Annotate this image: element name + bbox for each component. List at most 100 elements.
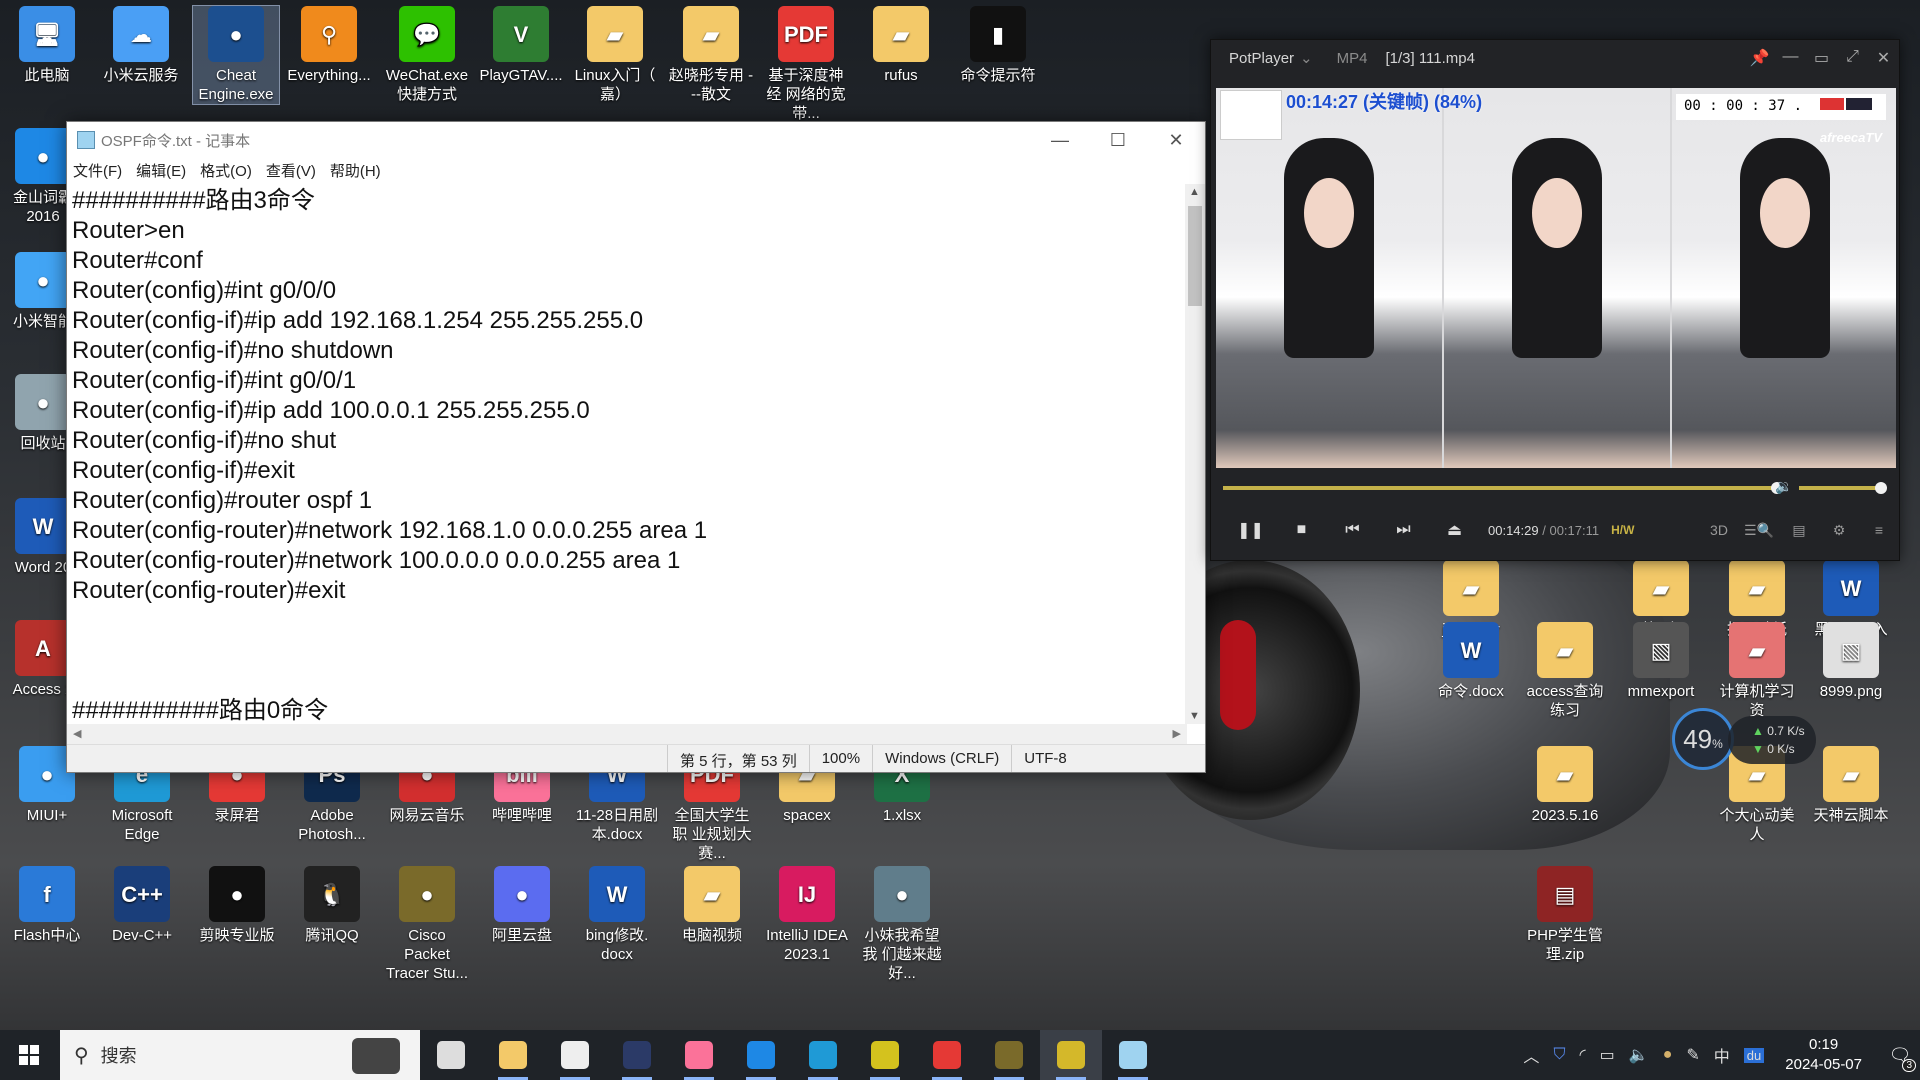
desktop-icon-label: 天神云脚本 [1813, 807, 1889, 824]
search-highlight-camera-icon[interactable] [352, 1038, 400, 1074]
fullscreen-button[interactable]: ⤢ [1837, 48, 1868, 68]
taskbar-app-qq[interactable] [544, 1030, 606, 1080]
video-frame[interactable]: 00:14:27 (关键帧) (84%) 00 : 00 : 37 . afre… [1216, 88, 1896, 468]
desktop-icon[interactable]: ▰ Linux入门（ 嘉） [572, 6, 658, 104]
volume-handle[interactable] [1875, 482, 1887, 494]
playlist-icon[interactable]: ▤ [1779, 522, 1819, 539]
scroll-up-icon[interactable]: ▲ [1189, 186, 1200, 198]
desktop-icon[interactable]: ▰ 2023.5.16 [1522, 746, 1608, 825]
desktop-icon[interactable]: 💬 WeChat.exe 快捷方式 [384, 6, 470, 104]
notification-center-button[interactable]: 🗨 3 [1880, 1045, 1920, 1072]
desktop-icon[interactable]: ▮ 命令提示符 [955, 6, 1041, 85]
desktop-icon[interactable]: IJ IntelliJ IDEA 2023.1 [764, 866, 850, 964]
desktop-icon[interactable]: ▧ 8999.png [1808, 622, 1894, 701]
taskbar-app-bilibili[interactable] [668, 1030, 730, 1080]
maximize-button[interactable]: ☐ [1089, 130, 1147, 151]
desktop-icon[interactable]: ● 小妹我希望我 们越来越好... [859, 866, 945, 983]
taskbar-app-chrome[interactable] [916, 1030, 978, 1080]
menu-icon[interactable]: ≡ [1859, 522, 1899, 539]
settings-gear-icon[interactable]: ⚙ [1819, 522, 1859, 539]
subtitle-search-icon[interactable]: ☰🔍 [1739, 522, 1779, 539]
desktop-icon[interactable]: ▤ PHP学生管 理.zip [1522, 866, 1608, 964]
desktop-icon[interactable]: ▰ 计算机学习资 [1714, 622, 1800, 720]
text-line: Router(config-if)#no shutdown [72, 337, 394, 364]
desktop-icon[interactable]: C++ Dev-C++ [99, 866, 185, 945]
taskbar-app-vscode[interactable] [730, 1030, 792, 1080]
chevron-up-icon[interactable]: ︿ [1523, 1043, 1539, 1067]
desktop-icon[interactable]: f Flash中心 [4, 866, 90, 945]
horizontal-scrollbar[interactable]: ◀ ▶ [67, 724, 1187, 744]
potplayer-window[interactable]: PotPlayer ⌄ MP4 [1/3] 111.mp4 📌 — ▭ ⤢ ✕ … [1210, 39, 1900, 561]
menu-help[interactable]: 帮助(H) [330, 160, 381, 181]
minimize-button[interactable]: — [1031, 130, 1089, 151]
previous-button[interactable]: ⏮ [1327, 521, 1378, 539]
menu-format[interactable]: 格式(O) [200, 160, 252, 181]
close-button[interactable]: ✕ [1868, 48, 1899, 68]
desktop-icon[interactable]: ▰ rufus [858, 6, 944, 85]
restore-button[interactable]: ▭ [1806, 48, 1837, 68]
scrollbar-thumb[interactable] [1188, 206, 1202, 306]
shield-icon[interactable]: ⛉ [1553, 1046, 1565, 1064]
taskbar-app-packet-tracer[interactable] [978, 1030, 1040, 1080]
desktop-icon[interactable]: ▧ mmexport [1618, 622, 1704, 701]
desktop-icon[interactable]: 🖥 此电脑 [4, 6, 90, 85]
desktop-icon[interactable]: 🐧 腾讯QQ [289, 866, 375, 945]
scroll-down-icon[interactable]: ▼ [1189, 710, 1200, 722]
desktop-icon[interactable]: ▰ 电脑视频 [669, 866, 755, 945]
close-button[interactable]: ✕ [1147, 130, 1205, 151]
network-monitor-widget[interactable]: 49% ▲ 0.7 K/s ▼ 0 K/s [1672, 708, 1822, 770]
pin-icon[interactable]: 📌 [1744, 48, 1775, 68]
desktop-icon[interactable]: ▰ 赵晓彤专用 ---散文 [668, 6, 754, 104]
notepad-titlebar[interactable]: OSPF命令.txt - 记事本 — ☐ ✕ [67, 122, 1205, 158]
eject-button[interactable]: ⏏ [1429, 520, 1480, 540]
desktop-icon[interactable]: ● 剪映专业版 [194, 866, 280, 945]
stop-button[interactable]: ■ [1276, 521, 1327, 539]
volume-icon[interactable]: 🔈 [1629, 1045, 1649, 1065]
avatar-icon[interactable]: ● [1663, 1046, 1673, 1064]
taskbar-app-app-cat[interactable] [606, 1030, 668, 1080]
desktop-icon[interactable]: Wbing修改. docx [574, 866, 660, 964]
ime-indicator[interactable]: 中 [1714, 1043, 1730, 1067]
desktop-icon[interactable]: V PlayGTAV.... [478, 6, 564, 85]
desktop-icon[interactable]: PDF 基于深度神经 网络的宽带... [763, 6, 849, 123]
taskbar-app-notepad[interactable] [1102, 1030, 1164, 1080]
potplayer-menu-button[interactable]: PotPlayer [1229, 50, 1294, 67]
desktop-icon[interactable]: ⚲ Everything... [286, 6, 372, 85]
taskbar-app-task-view[interactable] [420, 1030, 482, 1080]
taskbar-search-box[interactable]: ⚲ 搜索 [60, 1030, 420, 1080]
next-button[interactable]: ⏭ [1378, 521, 1429, 539]
taskbar-app-file-explorer[interactable] [482, 1030, 544, 1080]
menu-edit[interactable]: 编辑(E) [136, 160, 186, 181]
volume-slider[interactable] [1799, 482, 1887, 494]
potplayer-titlebar[interactable]: PotPlayer ⌄ MP4 [1/3] 111.mp4 📌 — ▭ ⤢ ✕ [1211, 40, 1899, 76]
3d-mode-button[interactable]: 3D [1699, 522, 1739, 539]
desktop-icon[interactable]: ● 阿里云盘 [479, 866, 565, 945]
pause-button[interactable]: ❚❚ [1225, 520, 1276, 540]
desktop-icon[interactable]: ● Cisco Packet Tracer Stu... [384, 866, 470, 983]
desktop-icon[interactable]: W 命令.docx [1428, 622, 1514, 701]
scroll-right-icon[interactable]: ▶ [1173, 727, 1181, 740]
taskbar-app-potplayer[interactable] [1040, 1030, 1102, 1080]
hw-decoder-badge[interactable]: H/W [1611, 523, 1634, 537]
taskbar-clock[interactable]: 0:19 2024-05-07 [1785, 1035, 1862, 1075]
minimize-button[interactable]: — [1775, 48, 1806, 68]
seek-bar[interactable] [1223, 482, 1783, 494]
wifi-icon[interactable]: ◜ [1579, 1045, 1585, 1065]
scroll-left-icon[interactable]: ◀ [73, 727, 81, 740]
desktop-icon[interactable]: ▰ access查询 练习 [1522, 622, 1608, 720]
taskbar-app-edge[interactable] [792, 1030, 854, 1080]
notepad-text-area[interactable]: ##########路由3命令 Router>en Router#conf Route… [67, 184, 1187, 724]
desktop-icon[interactable]: ● Cheat Engine.exe [192, 5, 280, 105]
desktop-icon[interactable]: ☁ 小米云服务 [98, 6, 184, 85]
start-button[interactable] [0, 1030, 58, 1080]
taskbar-app-app-yellow[interactable] [854, 1030, 916, 1080]
menu-file[interactable]: 文件(F) [73, 160, 122, 181]
pen-icon[interactable]: ✎ [1686, 1045, 1699, 1065]
chevron-down-icon[interactable]: ⌄ [1300, 49, 1313, 67]
baidu-ime-icon[interactable]: du [1743, 1047, 1765, 1063]
volume-icon[interactable]: 🔉 [1775, 478, 1792, 495]
menu-view[interactable]: 查看(V) [266, 160, 316, 181]
battery-icon[interactable]: ▭ [1600, 1045, 1615, 1065]
vertical-scrollbar[interactable]: ▲ ▼ [1185, 184, 1205, 724]
notepad-window[interactable]: OSPF命令.txt - 记事本 — ☐ ✕ 文件(F) 编辑(E) 格式(O)… [66, 121, 1206, 773]
